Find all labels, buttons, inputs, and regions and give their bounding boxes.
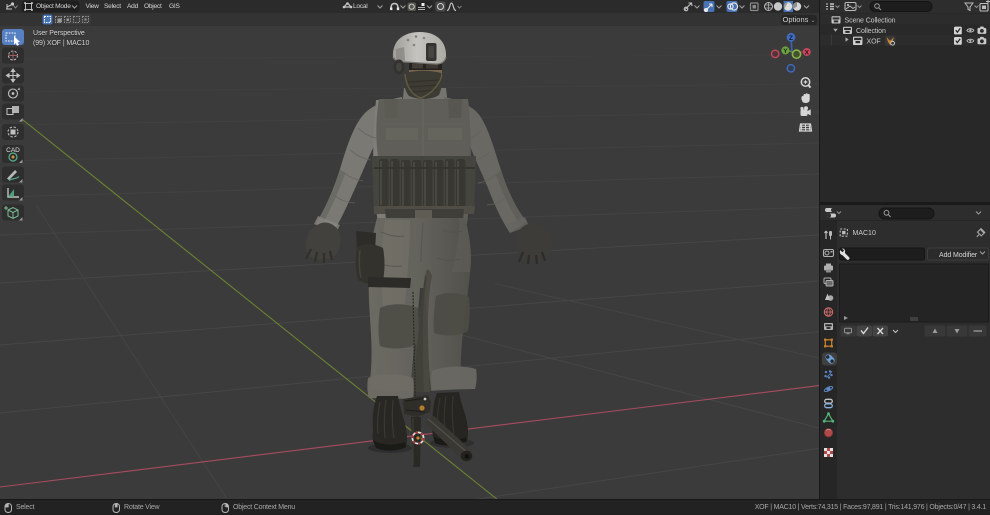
svg-text:Z: Z <box>789 35 793 42</box>
svg-text:Collection: Collection <box>856 28 886 35</box>
svg-text:Add Modifier: Add Modifier <box>939 252 978 259</box>
svg-text:Scene Collection: Scene Collection <box>845 17 896 24</box>
svg-text:XOF: XOF <box>867 38 881 45</box>
svg-text:MAC10: MAC10 <box>853 230 876 237</box>
svg-text:X: X <box>805 50 810 57</box>
svg-text:Y: Y <box>783 48 788 55</box>
